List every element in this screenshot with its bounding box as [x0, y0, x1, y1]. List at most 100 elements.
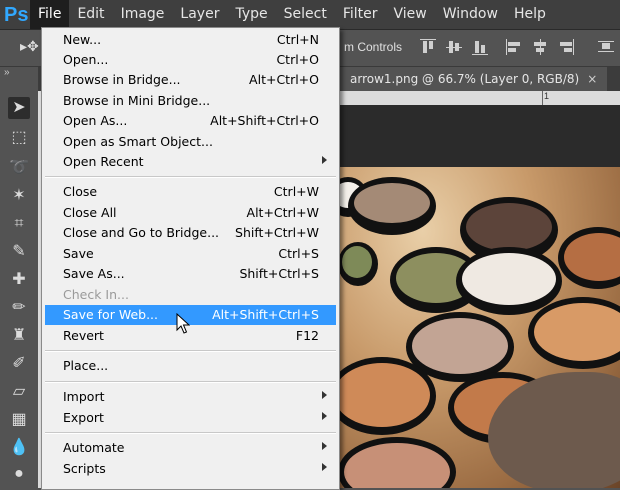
lasso-tool-icon[interactable]: ➰	[8, 157, 30, 179]
menu-item-browse-in-mini-bridge[interactable]: Browse in Mini Bridge...	[45, 91, 336, 111]
menu-item-shortcut: Ctrl+O	[276, 52, 319, 67]
magic-wand-tool-icon[interactable]: ✶	[8, 185, 30, 207]
menu-item-label: Open As...	[63, 113, 128, 128]
menu-item-automate[interactable]: Automate	[45, 438, 336, 458]
menu-item-label: Automate	[63, 440, 125, 455]
menu-item-shortcut: Alt+Ctrl+W	[246, 205, 319, 220]
menu-image[interactable]: Image	[113, 0, 173, 29]
menu-type[interactable]: Type	[227, 0, 275, 29]
menu-item-shortcut: Ctrl+N	[276, 32, 319, 47]
menu-item-check-in: Check In...	[45, 285, 336, 305]
menu-view[interactable]: View	[386, 0, 435, 29]
menu-item-label: Save	[63, 246, 94, 261]
menu-filter[interactable]: Filter	[335, 0, 386, 29]
menu-window[interactable]: Window	[435, 0, 506, 29]
menu-item-label: Import	[63, 389, 105, 404]
align-bottom-icon[interactable]	[472, 39, 488, 55]
submenu-arrow-icon	[322, 412, 327, 420]
menu-item-label: Check In...	[63, 287, 129, 302]
menu-item-scripts[interactable]: Scripts	[45, 459, 336, 479]
menu-separator	[45, 381, 336, 383]
menu-item-open-as-smart-object[interactable]: Open as Smart Object...	[45, 132, 336, 152]
menu-item-label: Save for Web...	[63, 307, 158, 322]
transform-controls-label[interactable]: m Controls	[344, 40, 402, 54]
menu-item-shortcut: Shift+Ctrl+W	[235, 225, 319, 240]
menu-layer[interactable]: Layer	[172, 0, 227, 29]
submenu-arrow-icon	[322, 156, 327, 164]
distribute-top-icon[interactable]	[598, 39, 614, 55]
marquee-tool-icon[interactable]: ⬚	[8, 127, 30, 149]
panel-collapse-icon[interactable]: »	[4, 67, 10, 78]
menu-file[interactable]: File	[30, 0, 70, 29]
tools-panel: » ➤ ⬚ ➰ ✶ ⌗ ✎ ✚ ✏ ♜ ✐ ▱ ▦ 💧 ●	[0, 67, 39, 488]
menu-item-new[interactable]: New... Ctrl+N	[45, 30, 336, 50]
move-tool-icon[interactable]: ➤	[8, 97, 30, 119]
menu-item-save-as[interactable]: Save As... Shift+Ctrl+S	[45, 264, 336, 284]
menu-help[interactable]: Help	[506, 0, 554, 29]
eyeshadow-pan	[338, 437, 456, 488]
menu-item-shortcut: Ctrl+S	[278, 246, 319, 261]
menu-item-import[interactable]: Import	[45, 387, 336, 407]
menu-item-label: Scripts	[63, 461, 106, 476]
eyeshadow-pan	[558, 227, 620, 289]
eyeshadow-pan	[528, 297, 620, 369]
menu-item-label: Export	[63, 410, 104, 425]
menu-item-label: Open Recent	[63, 154, 144, 169]
menu-item-export[interactable]: Export	[45, 408, 336, 428]
menu-item-shortcut: Ctrl+W	[273, 184, 319, 199]
menu-edit[interactable]: Edit	[69, 0, 112, 29]
menu-item-label: New...	[63, 32, 102, 47]
menu-item-place[interactable]: Place...	[45, 356, 336, 376]
menu-bar: Ps File Edit Image Layer Type Select Fil…	[0, 0, 620, 30]
move-tool-preset-icon[interactable]: ▸✥	[20, 38, 39, 55]
gradient-tool-icon[interactable]: ▦	[8, 409, 30, 431]
menu-item-label: Browse in Mini Bridge...	[63, 93, 211, 108]
blur-tool-icon[interactable]: 💧	[8, 437, 30, 459]
menu-item-label: Revert	[63, 328, 104, 343]
menu-item-browse-in-bridge[interactable]: Browse in Bridge... Alt+Ctrl+O	[45, 70, 336, 90]
crop-tool-icon[interactable]: ⌗	[8, 213, 30, 235]
menu-item-shortcut: Alt+Shift+Ctrl+O	[210, 113, 319, 128]
menu-item-label: Save As...	[63, 266, 125, 281]
menu-item-revert[interactable]: Revert F12	[45, 326, 336, 346]
healing-brush-tool-icon[interactable]: ✚	[8, 269, 30, 291]
align-horizontal-center-icon[interactable]	[532, 39, 548, 55]
menu-item-label: Close and Go to Bridge...	[63, 225, 220, 240]
eyeshadow-pan	[328, 357, 436, 435]
clone-stamp-tool-icon[interactable]: ♜	[8, 325, 30, 347]
menu-item-close[interactable]: Close Ctrl+W	[45, 182, 336, 202]
eraser-tool-icon[interactable]: ▱	[8, 381, 30, 403]
document-tab[interactable]: arrow1.png @ 66.7% (Layer 0, RGB/8) ×	[338, 67, 608, 91]
mouse-pointer-icon	[176, 313, 190, 334]
menu-separator	[45, 350, 336, 352]
menu-item-shortcut: Alt+Shift+Ctrl+S	[212, 307, 319, 322]
menu-item-shortcut: Shift+Ctrl+S	[239, 266, 319, 281]
align-right-icon[interactable]	[558, 39, 574, 55]
eyeshadow-photo	[328, 167, 620, 488]
history-brush-tool-icon[interactable]: ✐	[8, 353, 30, 375]
menu-item-open-as[interactable]: Open As... Alt+Shift+Ctrl+O	[45, 111, 336, 131]
menu-item-open-recent[interactable]: Open Recent	[45, 152, 336, 172]
brush-tool-icon[interactable]: ✏	[8, 297, 30, 319]
menu-item-save[interactable]: Save Ctrl+S	[45, 244, 336, 264]
menu-item-close-and-go-to-bridge[interactable]: Close and Go to Bridge... Shift+Ctrl+W	[45, 223, 336, 243]
menu-item-shortcut: Alt+Ctrl+O	[249, 72, 319, 87]
eyeshadow-pan	[348, 177, 436, 235]
ruler-tick-label: 1	[544, 91, 550, 101]
menu-item-label: Place...	[63, 358, 109, 373]
menu-item-label: Browse in Bridge...	[63, 72, 181, 87]
menu-separator	[45, 432, 336, 434]
align-vertical-center-icon[interactable]	[446, 39, 462, 55]
menu-item-save-for-web[interactable]: Save for Web... Alt+Shift+Ctrl+S	[45, 305, 336, 325]
close-tab-icon[interactable]: ×	[587, 72, 597, 86]
align-top-icon[interactable]	[420, 39, 436, 55]
align-left-icon[interactable]	[506, 39, 522, 55]
menu-item-close-all[interactable]: Close All Alt+Ctrl+W	[45, 203, 336, 223]
menu-item-shortcut: F12	[295, 328, 319, 343]
menu-item-open[interactable]: Open... Ctrl+O	[45, 50, 336, 70]
menu-item-label: Close	[63, 184, 98, 199]
ruler-major-tick	[542, 91, 543, 105]
dodge-tool-icon[interactable]: ●	[8, 463, 30, 485]
eyedropper-tool-icon[interactable]: ✎	[8, 241, 30, 263]
menu-select[interactable]: Select	[276, 0, 335, 29]
